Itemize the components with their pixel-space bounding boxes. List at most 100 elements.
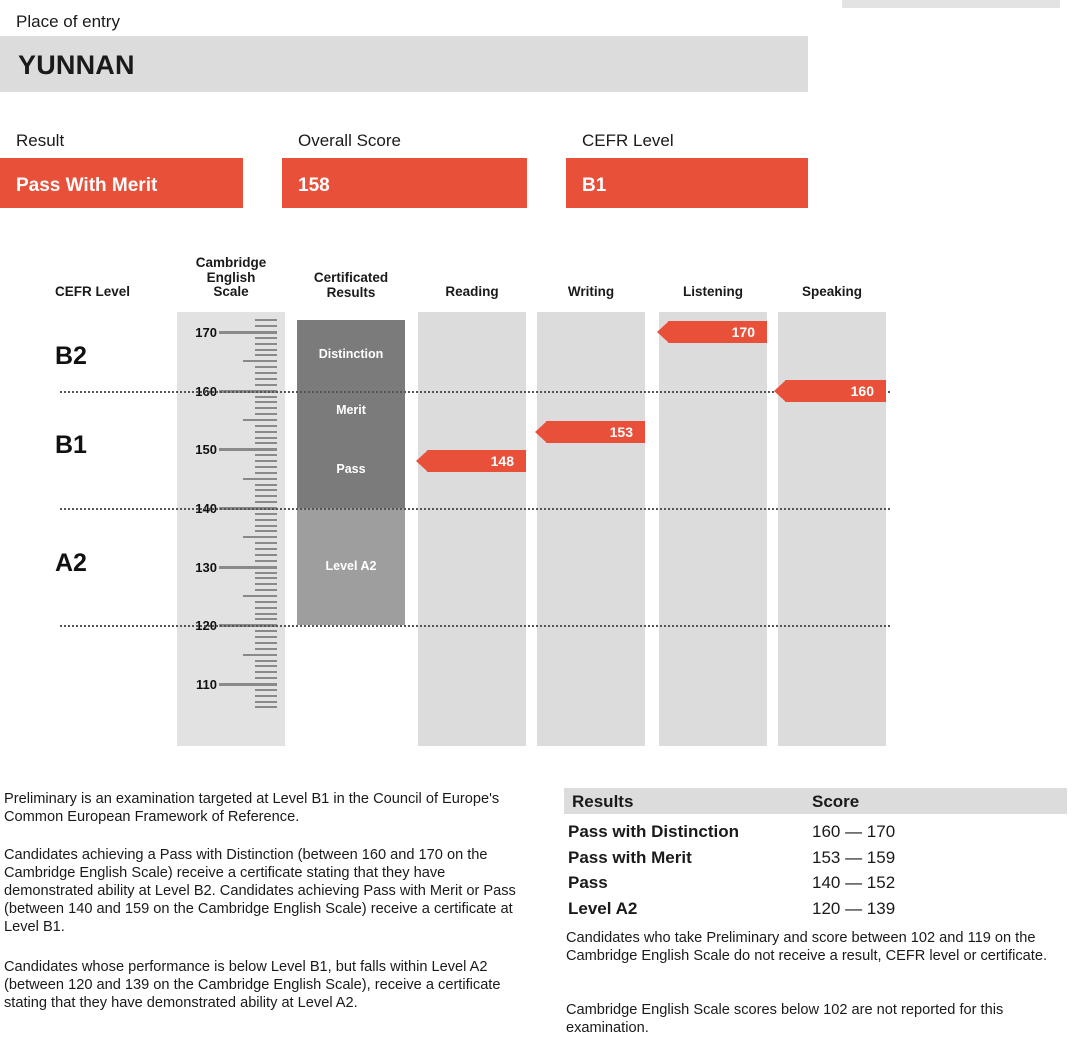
results-table-header-score: Score (812, 792, 860, 811)
results-row-score: 153 — 159 (812, 847, 896, 867)
scale-tick-label-170: 170 (195, 325, 217, 340)
scale-tick (243, 477, 277, 480)
scale-tick (255, 641, 277, 644)
results-row-score: 140 — 152 (812, 873, 896, 892)
column-header-line: Listening (683, 284, 743, 299)
certificate-page: Place of entry YUNNAN Result Pass With Me… (0, 0, 1080, 1049)
scale-tick (255, 407, 277, 410)
column-header-line: Cambridge (195, 255, 267, 270)
scale-tick (255, 401, 277, 404)
left-note-paragraph-2: Candidates whose performance is below Le… (4, 959, 501, 1011)
results-table-header-results: Results (572, 792, 634, 811)
results-row-score: 160 — 170 (812, 822, 896, 841)
scale-tick (255, 606, 277, 609)
scale-tick (219, 448, 277, 452)
track-reading (418, 312, 526, 746)
scale-tick (255, 460, 277, 463)
scale-tick (255, 413, 277, 416)
scale-tick (255, 383, 277, 386)
track-writing (537, 312, 645, 746)
scale-tick (255, 501, 277, 504)
scale-tick (255, 454, 277, 457)
scale-tick (255, 688, 277, 691)
results-row-name: Level A2 (568, 898, 638, 918)
scale-tick (255, 636, 277, 639)
scale-tick (255, 647, 277, 650)
column-header-line: Scale (213, 284, 249, 299)
marker-score-value: 153 (609, 423, 633, 440)
right-note-paragraph-0: Candidates who take Preliminary and scor… (566, 930, 1047, 964)
score-marker-reading: 148 (416, 450, 526, 473)
column-header-line: CEFR Level (55, 284, 131, 299)
scale-tick (255, 325, 277, 328)
scale-tick (255, 659, 277, 662)
scale-tick (243, 536, 277, 539)
track-speaking (778, 312, 886, 746)
scale-tick (255, 319, 277, 322)
scale-tick (255, 395, 277, 398)
scale-tick (255, 342, 277, 345)
certificated-band-label: Level A2 (325, 558, 377, 573)
scale-tick (255, 336, 277, 339)
scale-tick (255, 354, 277, 357)
scale-tick (219, 331, 277, 334)
scale-tick (255, 600, 277, 603)
results-row-name: Pass (568, 873, 608, 892)
column-header-0: CEFR Level (55, 284, 165, 300)
scale-tick (243, 360, 277, 363)
scale-tick (255, 530, 277, 533)
scale-tick (255, 372, 277, 375)
scale-tick (255, 694, 277, 697)
marker-score-value: 160 (850, 382, 874, 399)
scale-tick-label-110: 110 (196, 677, 217, 692)
scale-tick (255, 436, 277, 439)
column-header-line: Results (326, 284, 376, 300)
scale-tick (255, 553, 277, 556)
column-header-2: Certificated Results (297, 270, 405, 300)
scale-tick (255, 471, 277, 474)
left-note-paragraph-0: Preliminary is an examination targeted a… (4, 791, 500, 825)
scale-tick (255, 512, 277, 515)
scale-tick (219, 683, 277, 686)
scale-tick (255, 524, 277, 527)
cefr-level-b1: B1 (55, 431, 87, 459)
results-row-name: Pass with Distinction (568, 822, 739, 841)
scale-tick-label-130: 130 (195, 559, 217, 575)
scale-tick (255, 495, 277, 498)
scale-tick (255, 366, 277, 369)
scale-tick (255, 424, 277, 427)
certificated-band-label: Pass (336, 461, 366, 476)
certificated-band-label: Merit (336, 403, 366, 418)
scale-tick (255, 706, 277, 709)
gridline-160 (60, 390, 890, 393)
scale-tick (219, 565, 277, 569)
score-marker-writing: 153 (535, 420, 645, 443)
gridline-120 (60, 625, 890, 628)
column-header-5: Listening (659, 284, 767, 300)
scale-tick (255, 665, 277, 668)
scale-tick (243, 653, 277, 656)
column-header-line: Writing (567, 284, 615, 299)
left-note-paragraph-1: Candidates achieving a Pass with Distinc… (4, 847, 516, 935)
results-row-name: Pass with Merit (568, 847, 692, 867)
scale-tick (255, 612, 277, 615)
scale-tick (255, 442, 277, 445)
column-header-3: Reading (418, 284, 526, 300)
scale-tick (255, 377, 277, 380)
scale-tick (255, 630, 277, 633)
score-chart: CEFR Level Cambridge English Scale Certifica… (0, 0, 1080, 760)
scale-tick (243, 419, 277, 421)
certificated-band-label: Distinction (318, 347, 384, 362)
marker-score-value: 170 (731, 324, 755, 340)
scale-tick (255, 430, 277, 433)
scale-tick (255, 700, 277, 703)
scale-tick (255, 577, 277, 580)
scale-tick (243, 595, 277, 597)
column-header-line: Speaking (801, 284, 863, 299)
column-header-line: English (206, 269, 256, 285)
cefr-level-b2: B2 (55, 342, 87, 370)
column-header-line: Certificated (313, 270, 389, 285)
scale-tick (255, 589, 277, 592)
scale-tick (255, 671, 277, 674)
scale-tick (255, 465, 277, 468)
